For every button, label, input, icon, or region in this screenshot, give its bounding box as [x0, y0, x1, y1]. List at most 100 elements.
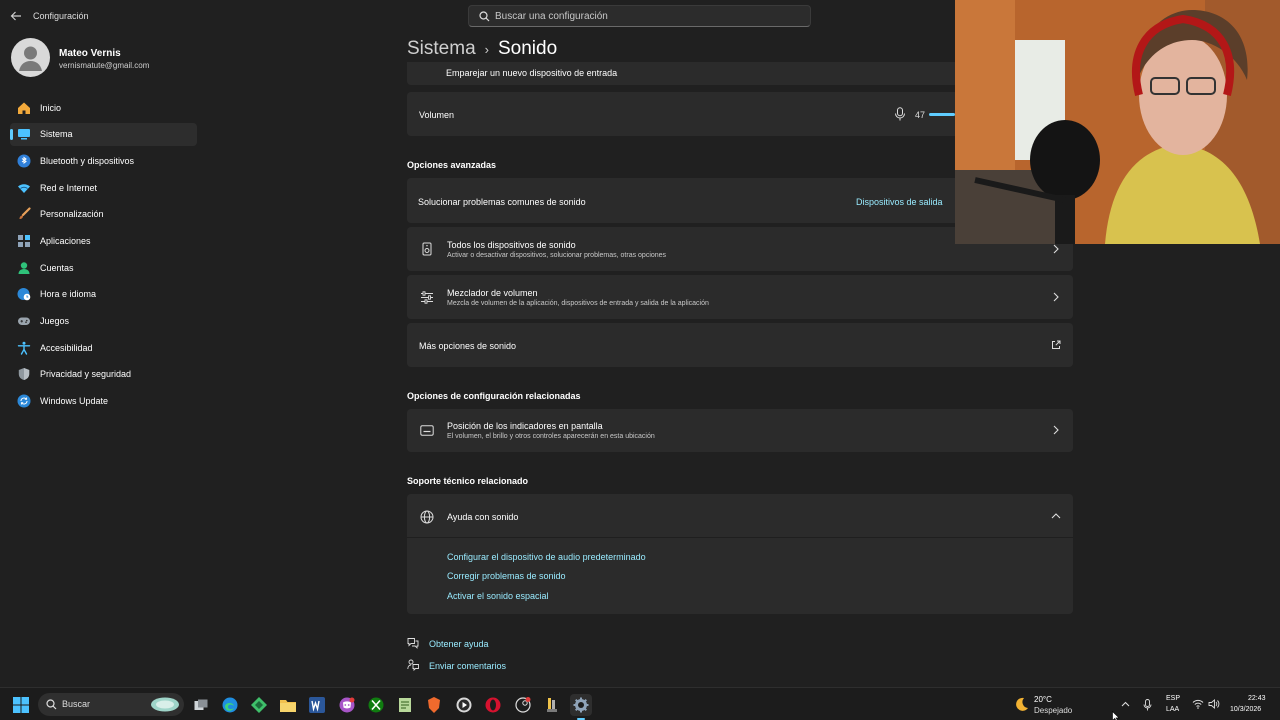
related-settings-heading: Opciones de configuración relacionadas [407, 391, 581, 401]
windows-start-icon[interactable] [12, 696, 29, 713]
volume-mixer-row[interactable]: Mezclador de volumen Mezcla de volumen d… [407, 275, 1073, 319]
sidebar-item-label: Cuentas [40, 262, 74, 273]
weather-description: Despejado [1034, 706, 1073, 715]
bluetooth-icon [16, 153, 31, 168]
speaker-device-icon [420, 242, 434, 256]
indicator-position-row[interactable]: Posición de los indicadores en pantalla … [407, 409, 1073, 452]
more-sound-options-label: Más opciones de sonido [419, 341, 517, 351]
sidebar-item-label: Juegos [40, 316, 70, 326]
sound-help-expander: Ayuda con sonido Configurar el dispositi… [407, 494, 1073, 614]
taskbar-search[interactable]: Buscar [38, 693, 184, 716]
taskbar: Buscar 20°C Despejado ESP LAA 22:43 10/3… [0, 687, 1280, 720]
avatar[interactable] [11, 38, 50, 77]
settings-search-box[interactable] [468, 5, 811, 27]
chevron-up-icon[interactable] [1120, 699, 1130, 709]
shield-icon [16, 367, 31, 382]
network-icon [16, 180, 31, 195]
microphone-icon[interactable] [893, 107, 907, 121]
word-icon[interactable] [306, 694, 328, 716]
microphone-tray-icon[interactable] [1142, 698, 1152, 711]
sidebar-item-label: Personalización [40, 209, 104, 220]
send-feedback-link[interactable]: Enviar comentarios [429, 661, 506, 671]
user-name: Mateo Vernis [59, 48, 121, 59]
sound-help-title: Ayuda con sonido [447, 512, 519, 522]
volume-value: 47 [915, 110, 926, 120]
sidebar-item-sistema[interactable]: Sistema [10, 122, 197, 146]
settings-app-icon[interactable] [570, 694, 592, 720]
sidebar-item-label: Red e Internet [40, 182, 98, 193]
chevron-right-icon [1051, 425, 1061, 435]
apps-icon [16, 233, 31, 248]
mixer-sliders-icon [419, 290, 434, 304]
help-link-fix-sound[interactable]: Corregir problemas de sonido [447, 571, 566, 581]
clock-date[interactable]: 10/3/2026 [1230, 706, 1261, 713]
language-bottom[interactable]: LAA [1166, 706, 1179, 713]
chevron-right-icon [1051, 244, 1061, 254]
external-link-icon [1051, 340, 1061, 350]
sidebar-item-juegos[interactable]: Juegos [10, 310, 197, 333]
get-help-link[interactable]: Obtener ayuda [429, 639, 489, 649]
help-link-spatial-sound[interactable]: Activar el sonido espacial [447, 591, 549, 601]
speaker-icon[interactable] [1207, 698, 1220, 710]
task-view-icon[interactable] [190, 694, 212, 716]
feedback-icon [407, 659, 419, 671]
sidebar-item-privacidad[interactable]: Privacidad y seguridad [10, 363, 197, 386]
help-link-default-audio[interactable]: Configurar el dispositivo de audio prede… [447, 552, 646, 562]
page-title: Sonido [497, 38, 558, 59]
brave-browser-icon[interactable] [423, 694, 445, 716]
volume-mixer-subtitle: Mezcla de volumen de la aplicación, disp… [447, 300, 709, 307]
xbox-icon[interactable] [365, 694, 387, 716]
edge-icon[interactable] [219, 694, 241, 716]
volume-mixer-title: Mezclador de volumen [447, 288, 538, 298]
sidebar-item-personalizacion[interactable]: Personalización [10, 203, 197, 226]
accounts-icon [16, 260, 31, 275]
clock-time[interactable]: 22:43 [1248, 695, 1266, 702]
sidebar-item-label: Accesibilidad [40, 342, 93, 353]
sidebar-item-accesibilidad[interactable]: Accesibilidad [10, 336, 197, 359]
language-top[interactable]: ESP [1166, 695, 1180, 702]
all-sound-devices-title: Todos los dispositivos de sonido [447, 240, 576, 250]
all-sound-devices-subtitle: Activar o desactivar dispositivos, soluc… [447, 252, 667, 259]
get-help-icon [407, 637, 419, 649]
sidebar-item-label: Privacidad y seguridad [40, 369, 132, 380]
weather-temperature: 20°C [1034, 695, 1052, 704]
output-devices-button[interactable]: Dispositivos de salida [856, 197, 943, 207]
discord-icon[interactable] [336, 694, 358, 716]
sidebar-item-hora[interactable]: Hora e idioma [10, 283, 197, 306]
paint-icon[interactable] [541, 694, 563, 716]
sidebar-item-red[interactable]: Red e Internet [10, 176, 197, 199]
sidebar-item-bluetooth[interactable]: Bluetooth y dispositivos [10, 149, 197, 172]
mouse-cursor [1112, 709, 1120, 720]
search-input[interactable] [495, 7, 795, 25]
volume-label: Volumen [419, 110, 455, 120]
file-explorer-icon[interactable] [277, 694, 299, 716]
globe-icon [419, 509, 434, 524]
sidebar-item-windows-update[interactable]: Windows Update [10, 390, 197, 413]
breadcrumb-parent[interactable]: Sistema [407, 38, 476, 60]
user-email: vernismatute@gmail.com [59, 61, 150, 70]
weather-moon-icon[interactable] [1013, 696, 1029, 712]
sidebar-item-cuentas[interactable]: Cuentas [10, 256, 197, 279]
pair-input-device-label: Emparejar un nuevo dispositivo de entrad… [446, 68, 618, 78]
sheets-app-icon[interactable] [248, 694, 270, 716]
opera-icon[interactable] [482, 694, 504, 716]
steam-icon[interactable] [512, 694, 534, 716]
sidebar-item-inicio[interactable]: Inicio [10, 96, 197, 119]
volume-slider[interactable] [929, 113, 955, 116]
webcam-overlay [955, 0, 1280, 244]
gamepad-icon [16, 314, 31, 329]
sidebar-nav: Inicio Sistema Bluetooth y dispositivos … [10, 96, 197, 416]
search-highlight-icon [150, 696, 180, 713]
sidebar-item-aplicaciones[interactable]: Aplicaciones [10, 229, 197, 252]
related-support-heading: Soporte técnico relacionado [407, 476, 529, 486]
chevron-right-icon [1051, 292, 1061, 302]
notepad-icon[interactable] [394, 694, 416, 716]
app-title: Configuración [33, 11, 89, 21]
sound-help-header[interactable]: Ayuda con sonido [407, 494, 1073, 538]
back-arrow-icon[interactable] [8, 8, 24, 24]
taskbar-search-label: Buscar [62, 699, 91, 709]
more-sound-options-row[interactable]: Más opciones de sonido [407, 323, 1073, 367]
wifi-icon[interactable] [1191, 698, 1204, 710]
brush-icon [16, 207, 31, 222]
media-player-icon[interactable] [453, 694, 475, 716]
